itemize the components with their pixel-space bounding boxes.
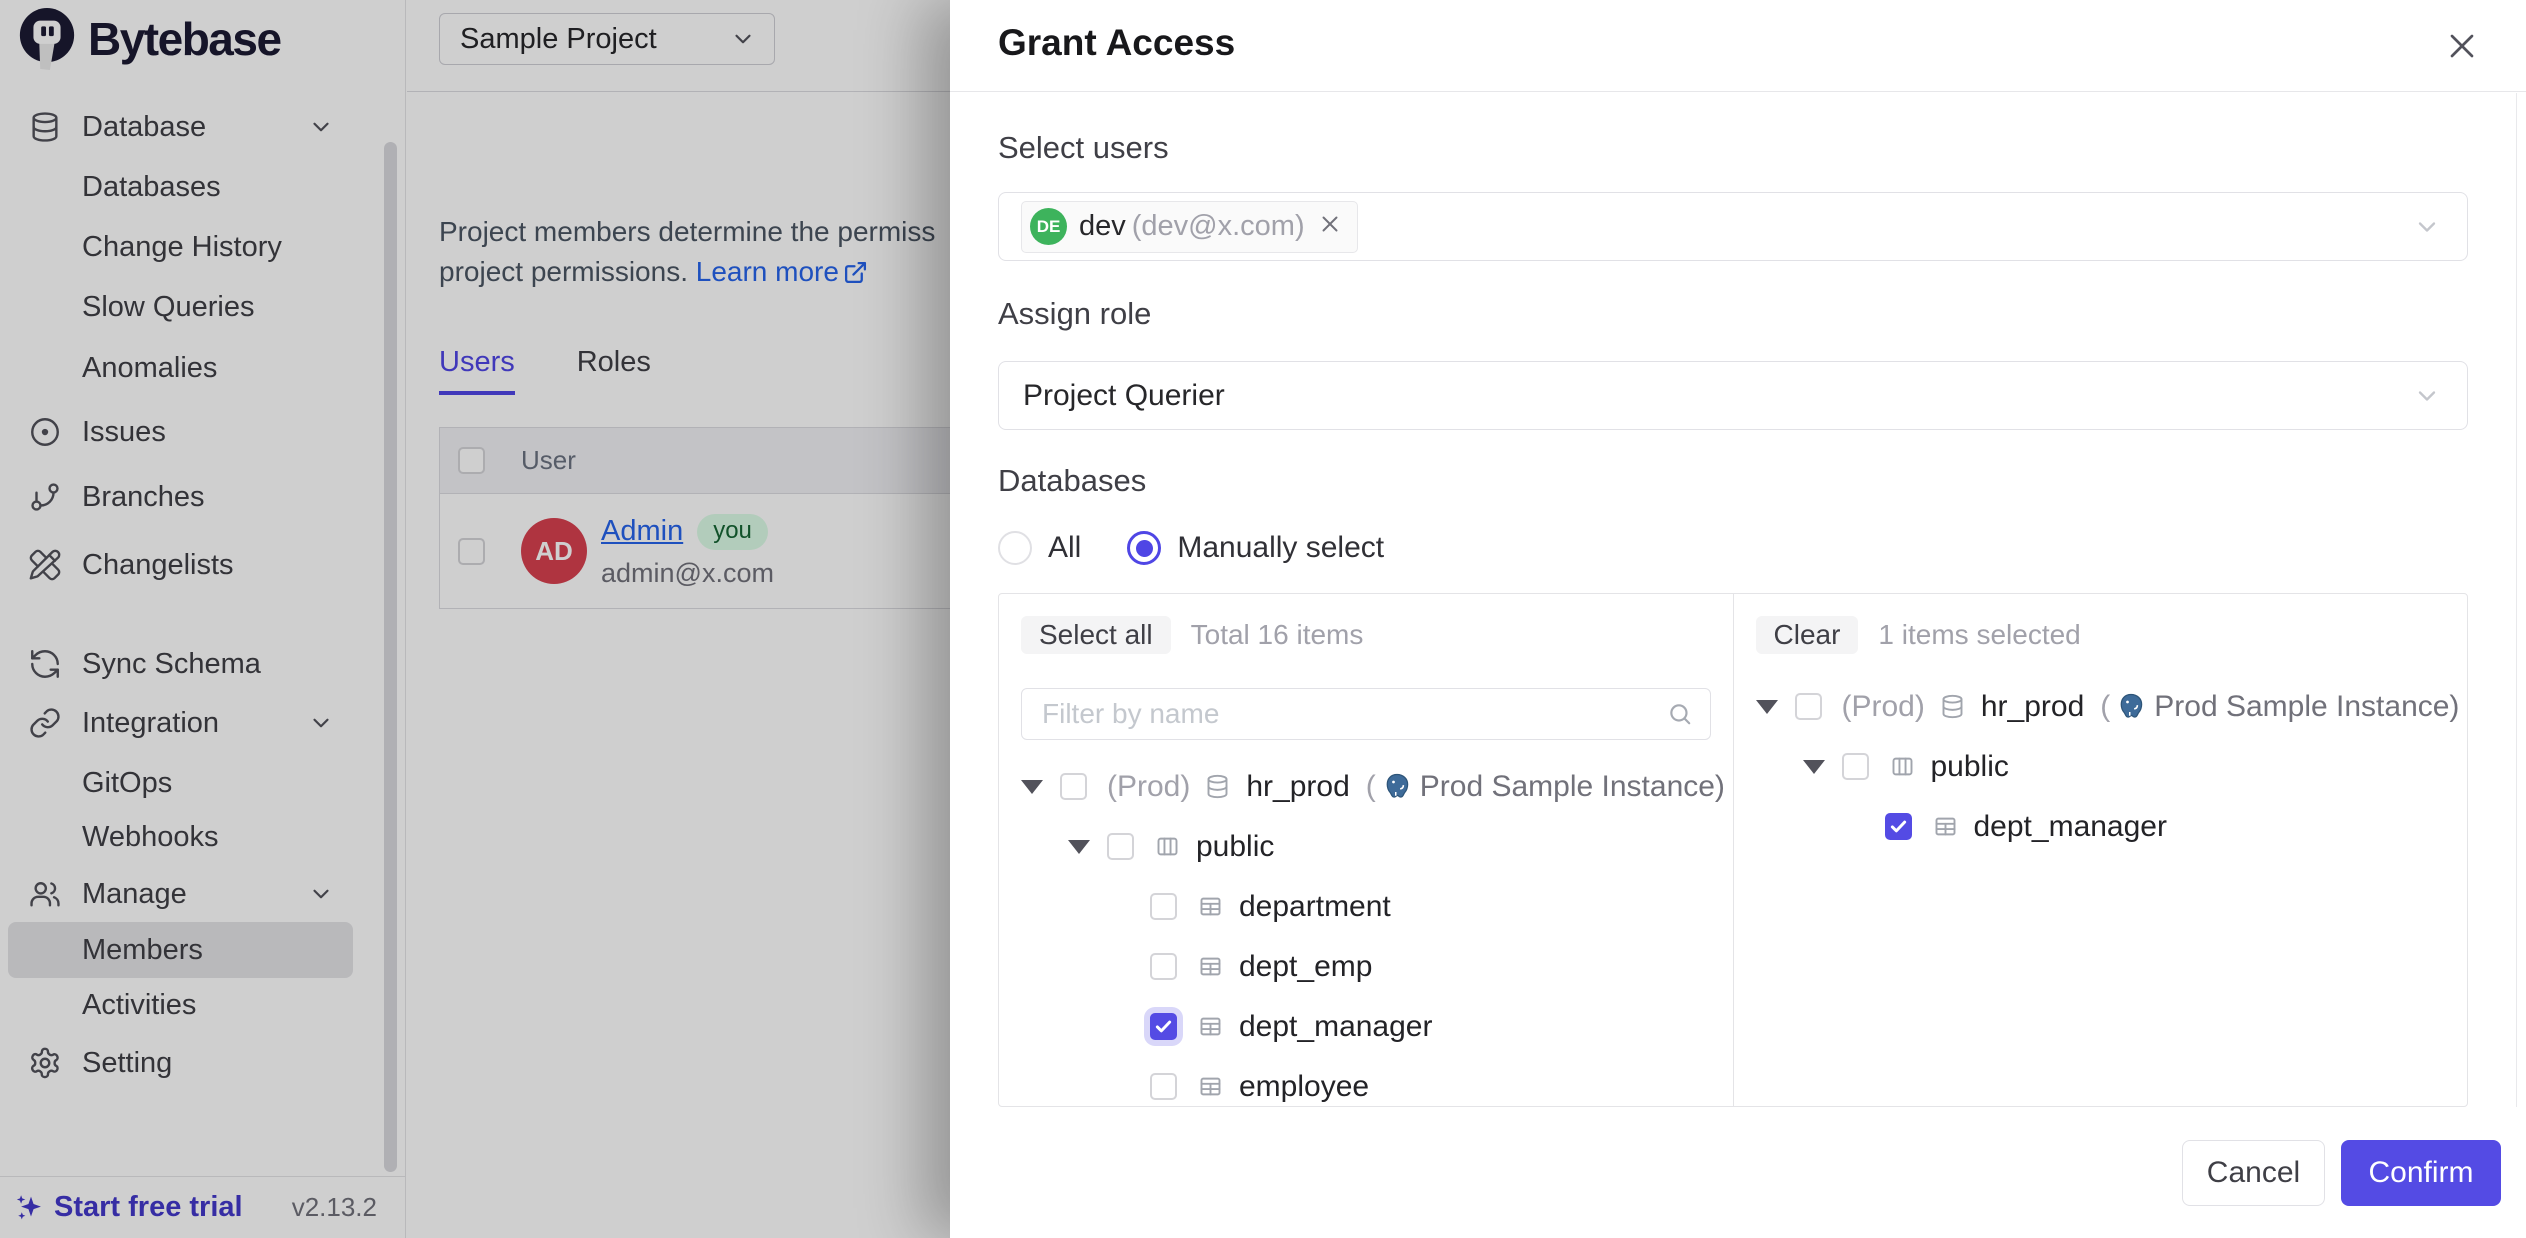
chevron-down-icon <box>2413 213 2441 241</box>
tree-row-table-selected[interactable]: dept_manager <box>1885 801 2446 852</box>
schema-icon <box>1154 833 1181 860</box>
select-users-input[interactable]: DE dev (dev@x.com) <box>998 192 2468 261</box>
modal-footer: Cancel Confirm <box>950 1107 2526 1238</box>
tree-row-database[interactable]: (Prod) hr_prod ( Prod Sample Instance) <box>1756 681 2446 732</box>
database-scope-radios: All Manually select <box>998 530 2468 566</box>
role-value: Project Querier <box>1023 379 1225 413</box>
close-icon[interactable] <box>2442 26 2482 66</box>
radio-all[interactable] <box>998 531 1032 565</box>
modal-scrollbar-rail[interactable] <box>2516 93 2517 1107</box>
caret-down-icon[interactable] <box>1021 780 1043 794</box>
table-icon <box>1197 1073 1224 1100</box>
select-all-button[interactable]: Select all <box>1021 616 1171 654</box>
checkbox[interactable] <box>1107 833 1134 860</box>
checkbox[interactable] <box>1842 753 1869 780</box>
caret-down-icon[interactable] <box>1756 700 1778 714</box>
cancel-button[interactable]: Cancel <box>2182 1140 2325 1206</box>
database-transfer-panel: Select all Total 16 items (Prod) hr_prod… <box>998 593 2468 1107</box>
database-icon <box>1204 773 1231 800</box>
chip-user-name: dev <box>1079 210 1126 243</box>
modal-title: Grant Access <box>998 22 1235 64</box>
tree-row-table[interactable]: employee <box>1150 1061 1711 1106</box>
tree-row-table-selected[interactable]: dept_manager <box>1150 1001 1711 1052</box>
table-icon <box>1197 953 1224 980</box>
database-icon <box>1939 693 1966 720</box>
avatar: DE <box>1030 208 1067 245</box>
checkbox[interactable] <box>1150 953 1177 980</box>
clear-button[interactable]: Clear <box>1756 616 1859 654</box>
caret-down-icon[interactable] <box>1803 760 1825 774</box>
remove-user-icon[interactable] <box>1317 211 1343 242</box>
search-icon <box>1667 701 1693 732</box>
chevron-down-icon <box>2413 382 2441 410</box>
selected-tree: (Prod) hr_prod ( Prod Sample Instance) p… <box>1756 681 2446 852</box>
radio-manually-select-label: Manually select <box>1177 531 1384 565</box>
tree-row-table[interactable]: department <box>1150 881 1711 932</box>
checkbox-checked[interactable] <box>1885 813 1912 840</box>
databases-label: Databases <box>998 462 2468 500</box>
checkbox[interactable] <box>1795 693 1822 720</box>
assign-role-label: Assign role <box>998 295 2468 333</box>
modal-header: Grant Access <box>950 0 2526 92</box>
selected-databases-pane: Clear 1 items selected (Prod) hr_prod ( … <box>1734 594 2468 1106</box>
checkbox[interactable] <box>1060 773 1087 800</box>
checkbox[interactable] <box>1150 893 1177 920</box>
postgresql-icon <box>1382 772 1412 802</box>
checkbox[interactable] <box>1150 1073 1177 1100</box>
filter-by-name-input[interactable] <box>1021 688 1711 740</box>
radio-manually-select[interactable] <box>1127 531 1161 565</box>
select-users-label: Select users <box>998 129 2468 167</box>
schema-icon <box>1889 753 1916 780</box>
chip-user-email: (dev@x.com) <box>1132 210 1305 243</box>
assign-role-select[interactable]: Project Querier <box>998 361 2468 430</box>
table-icon <box>1197 1013 1224 1040</box>
database-tree: (Prod) hr_prod ( Prod Sample Instance) p… <box>1021 761 1711 1106</box>
table-icon <box>1197 893 1224 920</box>
available-databases-pane: Select all Total 16 items (Prod) hr_prod… <box>999 594 1734 1106</box>
modal-body: Select users DE dev (dev@x.com) Assign r… <box>950 93 2526 1107</box>
selected-user-chip: DE dev (dev@x.com) <box>1021 201 1358 253</box>
tree-row-schema[interactable]: public <box>1803 741 2446 792</box>
total-items-count: Total 16 items <box>1191 619 1364 651</box>
radio-all-label: All <box>1048 531 1081 565</box>
table-icon <box>1932 813 1959 840</box>
caret-down-icon[interactable] <box>1068 840 1090 854</box>
postgresql-icon <box>2116 692 2146 722</box>
selected-items-count: 1 items selected <box>1878 619 2080 651</box>
confirm-button[interactable]: Confirm <box>2341 1140 2501 1206</box>
tree-row-schema[interactable]: public <box>1068 821 1711 872</box>
tree-row-table[interactable]: dept_emp <box>1150 941 1711 992</box>
checkbox-checked[interactable] <box>1150 1013 1177 1040</box>
grant-access-modal: Grant Access Select users DE dev (dev@x.… <box>950 0 2526 1238</box>
tree-row-database[interactable]: (Prod) hr_prod ( Prod Sample Instance) <box>1021 761 1711 812</box>
